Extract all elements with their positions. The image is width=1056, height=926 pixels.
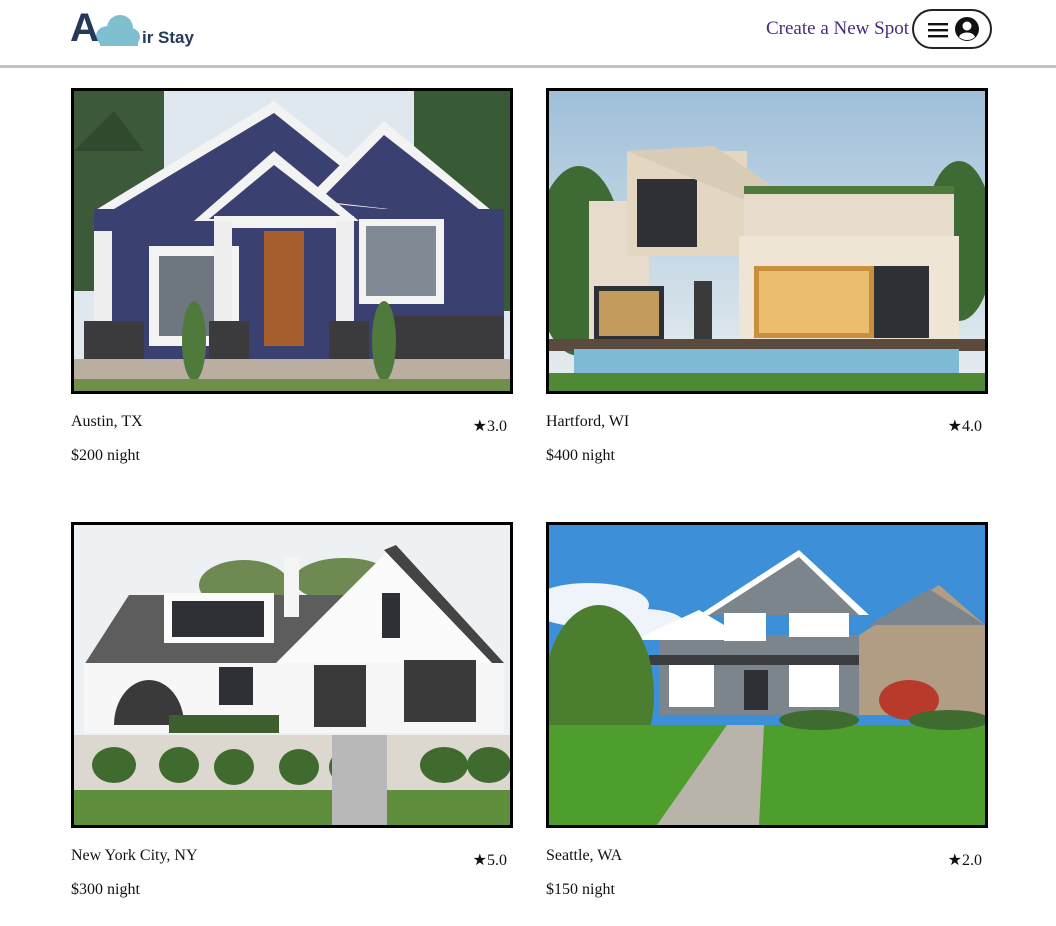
house-photo [549,525,985,825]
profile-menu-button[interactable] [912,9,992,49]
spot-image[interactable] [546,88,988,394]
hamburger-icon [928,23,948,38]
spot-location: Hartford, WI [546,413,630,430]
spot-rating: ★2.0 [947,852,982,869]
spot-image[interactable] [71,522,513,828]
spot-location: Seattle, WA [546,847,623,864]
house-photo [74,525,510,825]
spot-rating: ★4.0 [947,418,982,435]
create-new-spot-link[interactable]: Create a New Spot [766,18,909,40]
house-photo [74,91,510,391]
spot-image[interactable] [546,522,988,828]
spot-price: $150 night [546,881,615,898]
logo-text: ir Stay [142,28,194,47]
spot-price: $300 night [71,881,140,898]
house-photo [549,91,985,391]
spot-image[interactable] [71,88,513,394]
top-nav: A ir Stay Create a New Spot [0,0,1056,68]
spot-location: New York City, NY [71,847,198,864]
spot-location: Austin, TX [71,413,143,430]
cloud-logo-icon [96,15,140,46]
spot-price: $200 night [71,447,140,464]
spot-rating: ★5.0 [472,852,507,869]
logo[interactable]: A ir Stay [70,6,200,52]
logo-letter: A [70,6,99,50]
spot-price: $400 night [546,447,615,464]
user-circle-icon [955,17,979,41]
spot-rating: ★3.0 [472,418,507,435]
